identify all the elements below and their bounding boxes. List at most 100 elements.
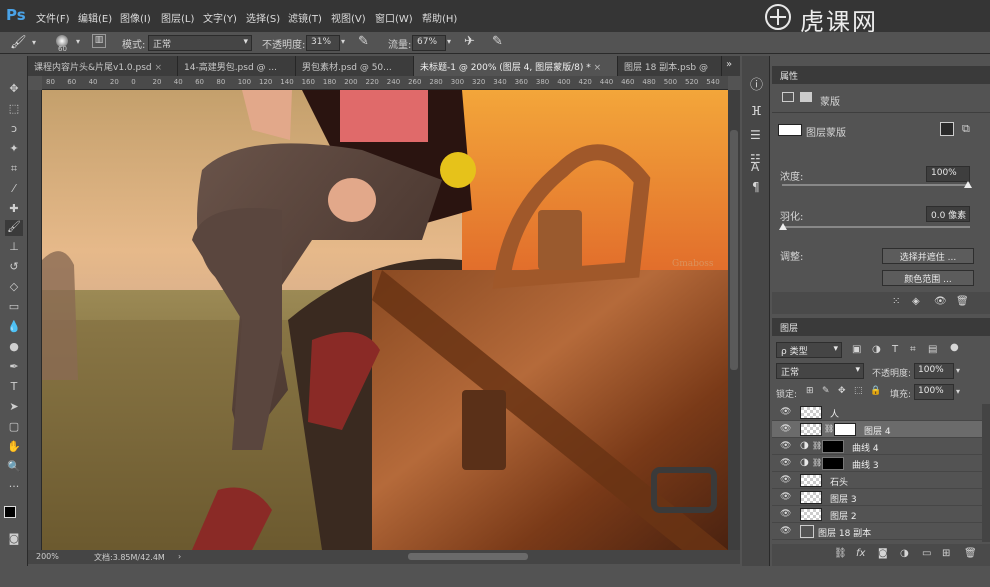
menu-file[interactable]: 文件(F)	[36, 10, 70, 25]
airbrush-icon[interactable]: ✈	[464, 34, 475, 49]
quick-mask-icon[interactable]: ◙	[5, 532, 23, 548]
filter-toggle-icon[interactable]: ●	[950, 342, 959, 353]
brush-preset-arrow-icon[interactable]: ▾	[32, 38, 36, 47]
brush-panel-icon[interactable]: ▥	[92, 34, 106, 48]
doc-tab[interactable]: 14-高建男包.psd @ ...	[178, 56, 296, 76]
menu-edit[interactable]: 编辑(E)	[78, 10, 112, 25]
type-tool-icon[interactable]: T	[5, 380, 23, 396]
opacity-arrow-icon[interactable]: ▾	[956, 366, 960, 375]
layer-row[interactable]: 👁 图层 2	[772, 506, 982, 523]
delete-icon[interactable]: 🗑	[956, 296, 969, 307]
density-slider-handle[interactable]	[964, 181, 972, 188]
layers-scrollbar[interactable]	[982, 404, 990, 542]
new-adjustment-icon[interactable]: ◑	[900, 548, 909, 559]
eye-icon[interactable]: 👁	[780, 475, 792, 485]
pixel-mask-icon[interactable]	[782, 92, 794, 102]
mode-select[interactable]: 正常 ▾	[148, 35, 252, 51]
layer-row[interactable]: 👁 ◑ ⛓ 曲线 3	[772, 455, 982, 472]
new-layer-icon[interactable]: ⊞	[942, 548, 950, 559]
pressure-opacity-icon[interactable]: ✎	[358, 34, 369, 49]
history-brush-icon[interactable]: ↺	[5, 260, 23, 276]
paragraph-icon[interactable]: ¶	[752, 180, 760, 194]
menu-filter[interactable]: 滤镜(T)	[288, 10, 322, 25]
path-select-tool-icon[interactable]: ➤	[5, 400, 23, 416]
healing-tool-icon[interactable]: ✚	[5, 202, 23, 218]
density-input[interactable]: 100%	[926, 166, 970, 182]
select-and-mask-button[interactable]: 选择并遮住 ...	[882, 248, 974, 264]
apply-mask-icon[interactable]: ◈	[912, 296, 920, 307]
link-layers-icon[interactable]: ⛓	[834, 548, 847, 559]
eye-icon[interactable]: 👁	[780, 424, 792, 434]
layer-filter-select[interactable]: ρ 类型 ▾	[776, 342, 842, 358]
menu-help[interactable]: 帮助(H)	[422, 10, 457, 25]
doc-tab[interactable]: 课程内容片头&片尾v1.0.psd ×	[28, 56, 178, 76]
eye-icon[interactable]: 👁	[780, 458, 792, 468]
quick-select-tool-icon[interactable]: ✦	[5, 142, 23, 158]
delete-layer-icon[interactable]: 🗑	[964, 548, 977, 559]
gradient-tool-icon[interactable]: ▭	[5, 300, 23, 316]
layer-row[interactable]: 👁 图层 3	[772, 489, 982, 506]
shape-tool-icon[interactable]: ▢	[5, 420, 23, 436]
brush-size-arrow-icon[interactable]: ▾	[76, 37, 80, 46]
opacity-input[interactable]: 31%	[306, 35, 340, 51]
menu-image[interactable]: 图像(I)	[120, 10, 151, 25]
eye-icon[interactable]: 👁	[780, 509, 792, 519]
feather-slider-handle[interactable]	[779, 223, 787, 230]
flow-arrow-icon[interactable]: ▾	[447, 37, 451, 46]
doc-tab-active[interactable]: 未标题-1 @ 200% (图层 4, 图层蒙版/8) * ×	[414, 56, 618, 76]
new-group-icon[interactable]: ▭	[922, 548, 931, 559]
layer-row[interactable]: 👁 ◑ ⛓ 曲线 4	[772, 438, 982, 455]
stamp-tool-icon[interactable]: ⊥	[5, 240, 23, 256]
status-arrow-icon[interactable]: ›	[178, 552, 181, 561]
filter-smart-icon[interactable]: ▤	[928, 344, 937, 355]
eye-icon[interactable]: 👁	[780, 526, 792, 536]
select-pixel-mask-icon[interactable]	[940, 122, 954, 136]
lock-artboard-icon[interactable]: ⬚	[854, 386, 863, 396]
document-canvas[interactable]: Gmaboss	[42, 90, 728, 550]
filter-pixel-icon[interactable]: ▣	[852, 344, 861, 355]
chain-link-icon[interactable]: ⛓	[812, 458, 822, 467]
dodge-tool-icon[interactable]: ●	[5, 340, 23, 356]
info-icon[interactable]: ⓘ	[750, 74, 763, 93]
density-slider[interactable]	[782, 184, 970, 186]
zoom-tool-icon[interactable]: 🔍	[5, 460, 23, 476]
menu-window[interactable]: 窗口(W)	[375, 10, 413, 25]
blend-mode-select[interactable]: 正常 ▾	[776, 363, 864, 379]
flow-input[interactable]: 67%	[412, 35, 446, 51]
fill-arrow-icon[interactable]: ▾	[956, 387, 960, 396]
layer-mask-thumb[interactable]	[822, 457, 844, 470]
doc-tab[interactable]: 图层 18 副本.psb @	[618, 56, 722, 76]
load-selection-icon[interactable]: ⁙	[892, 296, 900, 307]
adjust-sliders-icon[interactable]: ☰	[750, 128, 761, 142]
more-tools-icon[interactable]: ···	[5, 480, 23, 496]
filter-adjust-icon[interactable]: ◑	[872, 344, 881, 355]
chain-link-icon[interactable]: ⛓	[812, 441, 822, 450]
lock-all-icon[interactable]: 🔒	[870, 386, 881, 396]
filter-shape-icon[interactable]: ⌗	[910, 344, 916, 355]
canvas-vertical-scrollbar[interactable]	[728, 90, 740, 550]
scroll-thumb[interactable]	[730, 130, 738, 370]
layer-row[interactable]: 👁 图层 18 副本	[772, 523, 982, 540]
vector-mask-icon[interactable]	[800, 92, 812, 102]
close-icon[interactable]: ×	[594, 63, 602, 73]
add-vector-mask-icon[interactable]: ⧉	[962, 122, 970, 136]
layer-row[interactable]: 👁 石头	[772, 472, 982, 489]
brush-settings-icon[interactable]: ⴼ	[751, 104, 762, 118]
hand-tool-icon[interactable]: ✋	[5, 440, 23, 456]
close-icon[interactable]: ×	[155, 63, 163, 73]
layer-mask-thumb[interactable]	[822, 440, 844, 453]
doc-tab[interactable]: 男包素材.psd @ 50...	[296, 56, 414, 76]
filter-type-icon[interactable]: T	[892, 344, 898, 355]
eye-icon[interactable]: 👁	[780, 407, 792, 417]
blur-tool-icon[interactable]: 💧	[5, 320, 23, 336]
pressure-size-icon[interactable]: ✎	[492, 34, 503, 49]
menu-select[interactable]: 选择(S)	[246, 10, 280, 25]
fx-icon[interactable]: fx	[856, 548, 865, 559]
add-mask-icon[interactable]: ◙	[878, 548, 888, 559]
lasso-tool-icon[interactable]: ↄ	[5, 122, 23, 138]
foreground-color-swatch[interactable]	[4, 506, 16, 518]
chain-link-icon[interactable]: ⛓	[824, 424, 834, 433]
lock-position-icon[interactable]: ✥	[838, 386, 846, 396]
canvas-horizontal-scrollbar[interactable]	[408, 553, 528, 560]
zoom-level[interactable]: 200%	[36, 552, 59, 561]
